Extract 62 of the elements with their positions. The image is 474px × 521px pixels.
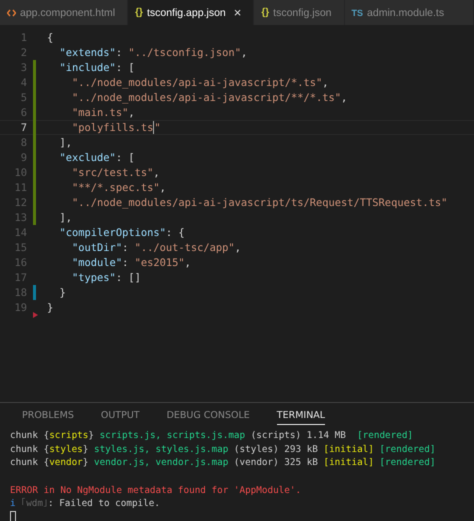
line-number: 5 xyxy=(20,92,27,104)
line-number: 12 xyxy=(13,196,27,208)
editor-tab[interactable]: app.component.html xyxy=(0,0,128,25)
terminal-line: chunk {scripts} scripts.js, scripts.js.map (scripts) 1.14 MB [rendered] xyxy=(10,430,414,442)
code-line: "../node_modules/api-ai-javascript/ts/Request/TTSRequest.ts" xyxy=(71,196,448,208)
close-icon[interactable]: × xyxy=(234,5,242,20)
line-number: 16 xyxy=(13,256,27,268)
terminal-line: i ｢wdm｣: Failed to compile. xyxy=(10,498,160,510)
code-line: "extends": "../tsconfig.json", xyxy=(58,46,248,58)
code-line: "src/test.ts", xyxy=(71,166,160,178)
code-line: "types": [] xyxy=(71,272,141,284)
text-cursor xyxy=(153,121,154,134)
editor-tab[interactable]: {} tsconfig.app.json × xyxy=(128,0,254,25)
code-line: "exclude": [ xyxy=(58,152,135,164)
tab-label: tsconfig.json xyxy=(273,6,332,18)
line-number: 2 xyxy=(20,46,27,58)
terminal-line: chunk {vendor} vendor.js, vendor.js.map (vendor) 325 kB [initial] [rendered] xyxy=(10,457,436,468)
line-number: 19 xyxy=(13,302,27,314)
file-type-icon: {} xyxy=(135,7,143,18)
line-number: 1 xyxy=(20,32,27,44)
code-line: "include": [ xyxy=(58,62,135,74)
terminal-cursor xyxy=(10,511,16,521)
code-line: ], xyxy=(58,212,72,224)
line-number: 3 xyxy=(20,62,27,74)
code-line: "compilerOptions": { xyxy=(58,226,185,238)
line-number: 6 xyxy=(20,106,27,118)
code-line: ], xyxy=(58,136,72,148)
line-number: 17 xyxy=(13,272,27,284)
panel-tab[interactable]: TERMINAL xyxy=(276,410,326,425)
file-type-icon: TS xyxy=(352,8,364,18)
panel-tab[interactable]: PROBLEMS xyxy=(22,410,74,425)
line-number: 7 xyxy=(20,122,27,134)
tab-label: app.component.html xyxy=(20,6,116,18)
line-number: 13 xyxy=(13,212,27,224)
code-line: "../node_modules/api-ai-javascript/**/*.ts", xyxy=(71,92,348,104)
tab-label: tsconfig.app.json xyxy=(146,6,226,18)
code-line: "../node_modules/api-ai-javascript/*.ts", xyxy=(71,76,329,88)
panel-tab[interactable]: DEBUG CONSOLE xyxy=(166,410,250,425)
line-number: 8 xyxy=(20,136,27,148)
code-line: "main.ts", xyxy=(71,106,135,118)
line-number: 14 xyxy=(13,226,27,238)
line-number: 4 xyxy=(20,76,27,88)
code-line: "outDir": "../out-tsc/app", xyxy=(71,242,241,254)
line-number: 10 xyxy=(13,166,27,178)
code-line: } xyxy=(47,302,54,314)
editor-tab[interactable]: TS admin.module.ts xyxy=(344,0,474,25)
line-number: 9 xyxy=(20,152,27,164)
code-line: } xyxy=(58,286,66,298)
line-number: 18 xyxy=(13,286,27,298)
line-number: 11 xyxy=(13,182,27,194)
editor-tab[interactable]: {} tsconfig.json xyxy=(254,0,345,25)
panel-tab[interactable]: OUTPUT xyxy=(100,410,140,425)
terminal-line: chunk {styles} styles.js, styles.js.map (styles) 293 kB [initial] [rendered] xyxy=(10,444,436,455)
code-line: "polyfills.ts" xyxy=(71,121,161,134)
file-type-icon: {} xyxy=(261,7,270,18)
code-brackets-icon xyxy=(7,8,16,16)
code-line: { xyxy=(47,32,54,44)
code-line: "**/*.spec.ts", xyxy=(71,182,166,194)
tab-label: admin.module.ts xyxy=(367,6,444,18)
line-number: 15 xyxy=(13,242,27,254)
terminal-line: ERROR in No NgModule metadata found for 'AppModule'. xyxy=(10,484,302,496)
code-line: "module": "es2015", xyxy=(71,256,191,268)
